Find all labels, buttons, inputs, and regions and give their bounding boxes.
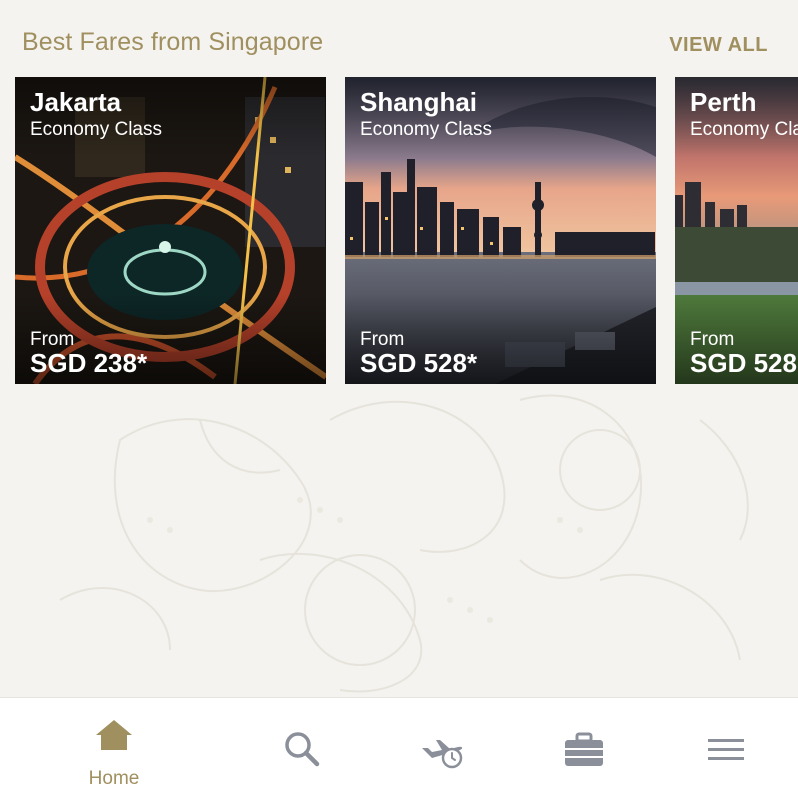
section-header: Best Fares from Singapore VIEW ALL [0,0,798,76]
menu-icon [708,739,744,760]
bottom-navigation: Home [0,697,798,795]
fare-card-jakarta[interactable]: Jakarta Economy Class From SGD 238* [15,77,326,384]
home-icon [96,720,132,750]
card-city: Shanghai [360,87,478,117]
nav-item-my-trips[interactable] [514,698,654,795]
nav-item-search[interactable] [232,698,372,795]
card-cabin-class: Economy Class [690,119,798,140]
fare-cards-carousel[interactable]: Jakarta Economy Class From SGD 238* Shan… [0,77,798,385]
nav-item-flight-status[interactable] [373,698,513,795]
card-price: SGD 238* [30,348,148,378]
flight-status-icon [422,740,463,769]
nav-item-menu[interactable] [656,698,796,795]
fare-card-shanghai[interactable]: Shanghai Economy Class From SGD 528* [345,77,656,384]
nav-label-home: Home [88,768,140,789]
card-price: SGD 528* [360,348,478,378]
card-price: SGD 528 [690,348,797,378]
nav-item-home[interactable]: Home [44,698,184,795]
section-title: Best Fares from Singapore [22,28,324,56]
card-city: Perth [690,87,757,117]
card-city: Jakarta [30,87,122,117]
search-icon [285,732,320,767]
fare-card-perth[interactable]: Perth Economy Class From SGD 528 [675,77,798,384]
trips-icon [565,732,603,766]
view-all-link[interactable]: VIEW ALL [669,34,768,57]
card-cabin-class: Economy Class [360,119,492,140]
card-cabin-class: Economy Class [30,119,162,140]
